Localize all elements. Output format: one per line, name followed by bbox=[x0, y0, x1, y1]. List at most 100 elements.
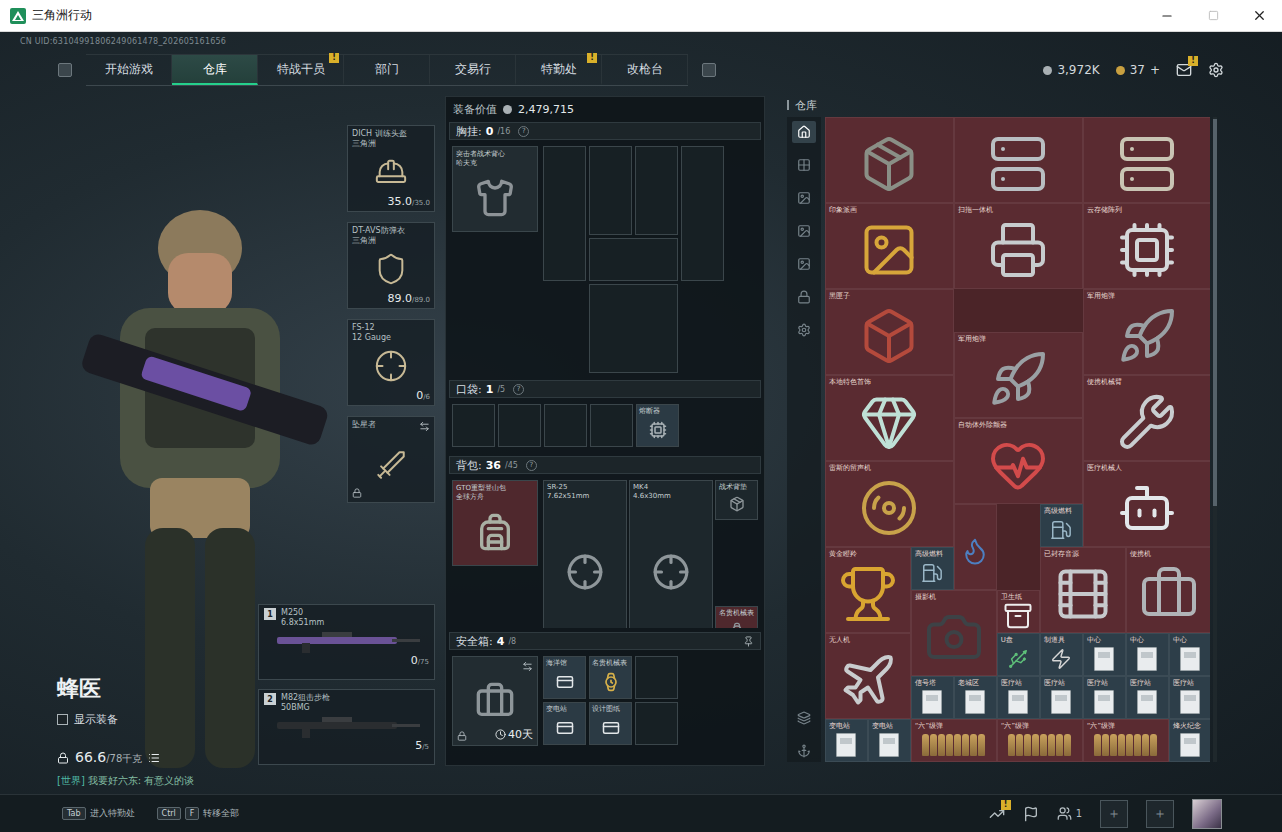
backpack-content[interactable]: 名贵机械表 bbox=[715, 606, 758, 628]
show-equipment-toggle[interactable]: 显示装备 bbox=[57, 712, 258, 727]
flag-button[interactable] bbox=[1023, 806, 1039, 822]
stash-item[interactable]: 摄影机 bbox=[911, 590, 997, 676]
stash-item[interactable]: 医疗站 bbox=[997, 676, 1040, 719]
settings-button[interactable] bbox=[1208, 62, 1224, 78]
rig-item[interactable]: 突击者战术背心哈夫克 bbox=[452, 146, 538, 232]
stash-tab[interactable] bbox=[792, 154, 816, 176]
stash-item[interactable]: 卫生纸 bbox=[997, 590, 1040, 633]
stash-item[interactable]: 黑匣子 bbox=[825, 289, 954, 375]
stash-item[interactable]: 便携机 bbox=[1126, 547, 1210, 633]
gear-slot[interactable]: DT-AVS防弹衣三角洲89.0/89.0 bbox=[347, 222, 435, 309]
stash-item[interactable]: 无人机 bbox=[825, 633, 911, 719]
stash-item[interactable]: “六”级弹 bbox=[997, 719, 1083, 762]
pin-icon[interactable] bbox=[743, 636, 754, 647]
stash-item[interactable]: 云存储阵列 bbox=[1083, 203, 1210, 289]
weapon-slot[interactable]: 1M2506.8x51mm0/75 bbox=[258, 604, 435, 680]
stash-item[interactable]: 已封存音源 bbox=[1040, 547, 1126, 633]
stash-item[interactable]: 医疗站 bbox=[1126, 676, 1169, 719]
stash-item[interactable]: 医疗站 bbox=[1040, 676, 1083, 719]
secure-case[interactable]: 40天 bbox=[452, 656, 538, 746]
invite-slot[interactable]: ＋ bbox=[1100, 800, 1128, 828]
nav-tab[interactable]: 仓库 bbox=[172, 55, 258, 85]
backpack-content[interactable]: MK44.6x30mm bbox=[629, 480, 713, 628]
stash-tab[interactable] bbox=[792, 220, 816, 242]
nav-tab[interactable]: 交易行 bbox=[430, 55, 516, 85]
rig-slot[interactable] bbox=[681, 146, 724, 281]
stash-item[interactable]: 变电站 bbox=[825, 719, 868, 762]
stash-tab[interactable] bbox=[792, 707, 816, 729]
stash-tab[interactable] bbox=[792, 121, 816, 143]
stash-item[interactable]: 自动体外除颤器 bbox=[954, 418, 1083, 504]
backpack-content[interactable]: 战术背垫 bbox=[715, 480, 758, 520]
player-avatar[interactable] bbox=[1192, 799, 1222, 829]
stash-item[interactable]: 老城区 bbox=[954, 676, 997, 719]
minimize-button[interactable] bbox=[1144, 0, 1190, 31]
rig-slot[interactable] bbox=[635, 146, 678, 235]
stash-tab[interactable] bbox=[792, 319, 816, 341]
stash-item[interactable]: 中心 bbox=[1169, 633, 1210, 676]
pocket-slot[interactable] bbox=[498, 404, 541, 447]
rig-slot[interactable] bbox=[589, 284, 678, 373]
stash-item[interactable]: 变电站 bbox=[868, 719, 911, 762]
key-hint[interactable]: CtrlF转移全部 bbox=[157, 807, 240, 820]
stash-item[interactable]: 医疗站 bbox=[1169, 676, 1210, 719]
stash-item[interactable]: “六”级弹 bbox=[1083, 719, 1169, 762]
stash-item[interactable]: 烽火纪念 bbox=[1169, 719, 1210, 762]
backpack-item[interactable]: GTO重型登山包全球方舟 bbox=[452, 480, 538, 566]
case-slot[interactable]: 名贵机械表 bbox=[589, 656, 632, 699]
pocket-slot[interactable] bbox=[544, 404, 587, 447]
pocket-slot[interactable]: 熔断器 bbox=[636, 404, 679, 447]
stash-item[interactable]: 医疗站 bbox=[1083, 676, 1126, 719]
rig-slot[interactable] bbox=[589, 238, 678, 281]
close-button[interactable] bbox=[1236, 0, 1282, 31]
stash-item[interactable] bbox=[954, 504, 997, 590]
stash-item[interactable]: 军用炮弹 bbox=[1083, 289, 1210, 375]
case-slot[interactable]: 海洋馆 bbox=[543, 656, 586, 699]
stash-item[interactable]: 医疗机械人 bbox=[1083, 461, 1210, 547]
nav-tab[interactable]: 部门 bbox=[344, 55, 430, 85]
swap-icon[interactable] bbox=[419, 421, 430, 432]
stash-item[interactable]: 扫拖一体机 bbox=[954, 203, 1083, 289]
activity-button[interactable]: ! bbox=[989, 806, 1005, 822]
rig-slot[interactable] bbox=[543, 146, 586, 281]
stash-tab[interactable] bbox=[792, 253, 816, 275]
key-hint[interactable]: Tab进入特勤处 bbox=[62, 807, 135, 820]
gear-slot[interactable]: FS-1212 Gauge0/6 bbox=[347, 319, 435, 406]
stash-item[interactable]: 中心 bbox=[1083, 633, 1126, 676]
next-key-icon[interactable] bbox=[702, 63, 716, 77]
pocket-slot[interactable] bbox=[452, 404, 495, 447]
pocket-slot[interactable] bbox=[590, 404, 633, 447]
gear-slot[interactable]: 坠星者 bbox=[347, 416, 435, 503]
nav-tab[interactable]: 开始游戏 bbox=[86, 55, 172, 85]
case-slot[interactable]: 变电站 bbox=[543, 702, 586, 745]
add-button[interactable]: + bbox=[1150, 63, 1160, 77]
stash-item[interactable]: 高级燃料 bbox=[911, 547, 954, 590]
stash-item[interactable] bbox=[1083, 117, 1210, 203]
stash-item[interactable] bbox=[954, 117, 1083, 203]
stash-tab[interactable] bbox=[792, 187, 816, 209]
maximize-button[interactable] bbox=[1190, 0, 1236, 31]
stash-item[interactable]: 黄金瞪羚 bbox=[825, 547, 911, 633]
stash-item[interactable] bbox=[825, 117, 954, 203]
stash-item[interactable]: 军用炮弹 bbox=[954, 332, 1083, 418]
stash-item[interactable]: 高级燃料 bbox=[1040, 504, 1083, 547]
mail-button[interactable]: ! bbox=[1176, 62, 1192, 78]
stash-tab[interactable] bbox=[792, 286, 816, 308]
case-slot[interactable]: 设计图纸 bbox=[589, 702, 632, 745]
stash-item[interactable]: 雷斯的留声机 bbox=[825, 461, 954, 547]
stash-item[interactable]: 中心 bbox=[1126, 633, 1169, 676]
case-slot[interactable] bbox=[635, 702, 678, 745]
party-count[interactable]: 1 bbox=[1057, 806, 1082, 821]
stash-item[interactable]: 印象派画 bbox=[825, 203, 954, 289]
stash-item[interactable]: 制道具 bbox=[1040, 633, 1083, 676]
rig-slot[interactable] bbox=[589, 146, 632, 235]
stash-item[interactable]: 本地特色首饰 bbox=[825, 375, 954, 461]
gear-slot[interactable]: DICH 训练头盔三角洲35.0/35.0 bbox=[347, 125, 435, 212]
prev-key-icon[interactable] bbox=[58, 63, 72, 77]
scrollbar[interactable] bbox=[1213, 117, 1217, 762]
nav-tab[interactable]: 改枪台 bbox=[602, 55, 688, 85]
stash-item[interactable]: 便携机械臂 bbox=[1083, 375, 1210, 461]
invite-slot[interactable]: ＋ bbox=[1146, 800, 1174, 828]
swap-icon[interactable] bbox=[522, 661, 533, 672]
stash-item[interactable]: U盘 bbox=[997, 633, 1040, 676]
